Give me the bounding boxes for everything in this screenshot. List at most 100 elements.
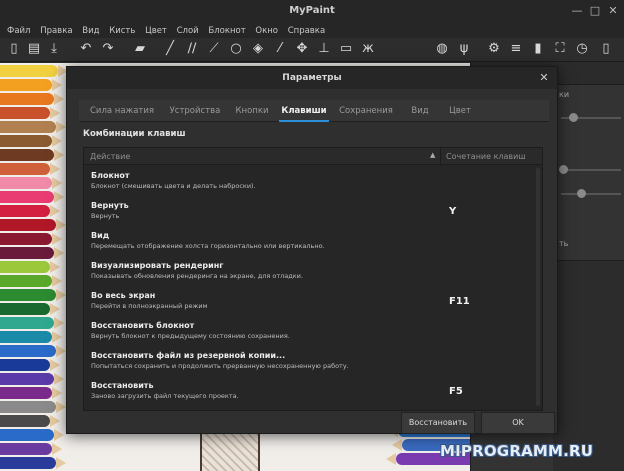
action-key[interactable]: Y	[449, 206, 456, 217]
brushes-icon[interactable]: ψ	[456, 41, 472, 57]
main-toolbar: ▯ ▤ ⤓ ↶ ↷ ▰ ╱ ∕∕ ⟋ ○ ◈ ⁄ ✥ ⊥ ▭ ж ◍ ψ ⚙ ≡…	[0, 38, 624, 62]
open-file-icon[interactable]: ▤	[26, 41, 42, 57]
settings-icon[interactable]: ⚙	[486, 41, 502, 57]
list-item[interactable]: Восстановить блокнот Вернуть блокнот к п…	[84, 318, 542, 348]
window-titlebar: MyPaint — □ ✕	[0, 0, 624, 24]
scratchpad-icon[interactable]: ▮	[530, 41, 546, 57]
pencil-art	[0, 163, 60, 175]
pencil-art	[0, 401, 66, 413]
list-scrollbar[interactable]	[536, 168, 540, 406]
pencil-art	[0, 373, 64, 385]
side-slider-knob[interactable]	[569, 113, 578, 122]
pencil-art	[0, 93, 64, 105]
action-name: Вернуть	[91, 201, 129, 210]
list-item[interactable]: Блокнот Блокнот (смешивать цвета и делат…	[84, 168, 542, 198]
tab-view[interactable]: Вид	[403, 100, 437, 122]
tab-buttons[interactable]: Кнопки	[229, 100, 275, 122]
color-palette-icon[interactable]: ◍	[434, 41, 450, 57]
column-separator	[440, 148, 441, 165]
menu-help[interactable]: Справка	[288, 24, 325, 38]
tab-pressure[interactable]: Сила нажатия	[85, 100, 159, 122]
menu-file[interactable]: Файл	[7, 24, 30, 38]
column-shortcut[interactable]: Сочетание клавиш	[446, 152, 526, 161]
pencil-art	[0, 191, 64, 203]
symmetry-butterfly-icon[interactable]: ж	[360, 41, 376, 57]
sort-up-icon[interactable]: ▲	[430, 151, 435, 159]
menu-window[interactable]: Окно	[255, 24, 278, 38]
side-slider-knob[interactable]	[577, 189, 586, 198]
ellipse-icon[interactable]: ○	[228, 41, 244, 57]
fullscreen-icon[interactable]: ⛶	[552, 41, 568, 57]
tab-devices[interactable]: Устройства	[165, 100, 225, 122]
dialog-title: Параметры	[67, 67, 557, 89]
action-desc: Попытаться сохранить и продолжить прерва…	[91, 362, 349, 370]
maximize-button[interactable]: □	[588, 4, 602, 18]
menu-brush[interactable]: Кисть	[109, 24, 135, 38]
tab-saving[interactable]: Сохранения	[335, 100, 397, 122]
pencil-art	[0, 205, 60, 217]
menu-icon[interactable]: ≡	[508, 41, 524, 57]
picker-icon[interactable]: ⁄	[272, 41, 288, 57]
pencil-art	[0, 79, 62, 91]
window-close-button[interactable]: ✕	[606, 4, 620, 18]
pencil-art	[0, 345, 66, 357]
tab-keys[interactable]: Клавиши	[279, 100, 329, 122]
eraser-icon[interactable]: ▰	[132, 41, 148, 57]
action-name: Визуализировать рендеринг	[91, 261, 224, 270]
move-layer-icon[interactable]: ✥	[294, 41, 310, 57]
action-key[interactable]: F11	[449, 296, 470, 307]
action-desc: Перейти в полноэкранный режим	[91, 302, 208, 310]
minimize-button[interactable]: —	[570, 4, 584, 18]
pencil-art	[0, 387, 62, 399]
menu-view[interactable]: Вид	[82, 24, 99, 38]
action-key[interactable]: F5	[449, 386, 463, 397]
action-desc: Вернуть блокнот к предыдущему состоянию …	[91, 332, 290, 340]
ok-button[interactable]: OK	[481, 412, 555, 434]
list-item[interactable]: Восстановить файл из резервной копии... …	[84, 348, 542, 378]
list-item[interactable]: Вернуть Вернуть Y	[84, 198, 542, 228]
pencil-art	[0, 121, 66, 133]
column-action[interactable]: Действие	[90, 152, 130, 161]
menu-bar: Файл Правка Вид Кисть Цвет Слой Блокнот …	[0, 24, 624, 38]
panel-toggle-icon[interactable]: ▯	[598, 41, 614, 57]
list-item[interactable]: Восстановить Заново загрузить файл текущ…	[84, 378, 542, 408]
reset-button[interactable]: Восстановить	[401, 412, 475, 434]
tab-color[interactable]: Цвет	[443, 100, 477, 122]
pencil-art	[0, 359, 60, 371]
action-desc: Заново загрузить файл текущего проекта.	[91, 392, 239, 400]
menu-color[interactable]: Цвет	[145, 24, 167, 38]
fill-icon[interactable]: ◈	[250, 41, 266, 57]
pencil-art	[0, 331, 62, 343]
side-slider[interactable]	[561, 193, 621, 195]
inking-icon[interactable]: ∕∕	[184, 41, 200, 57]
redo-icon[interactable]: ↷	[100, 41, 116, 57]
brush-icon[interactable]: ╱	[162, 41, 178, 57]
symmetry-icon[interactable]: ⊥	[316, 41, 332, 57]
pencil-art	[0, 149, 64, 161]
menu-layer[interactable]: Слой	[177, 24, 199, 38]
side-slider-knob[interactable]	[559, 165, 568, 174]
pencil-art	[0, 177, 62, 189]
pencil-art	[0, 65, 68, 77]
pencil-art	[0, 247, 64, 259]
list-item[interactable]: Визуализировать рендеринг Показывать обн…	[84, 258, 542, 288]
new-file-icon[interactable]: ▯	[6, 41, 22, 57]
menu-edit[interactable]: Правка	[40, 24, 72, 38]
preferences-dialog: Параметры ✕ Сила нажатия Устройства Кноп…	[66, 66, 558, 434]
menu-scratchpad[interactable]: Блокнот	[208, 24, 245, 38]
undo-icon[interactable]: ↶	[78, 41, 94, 57]
pencil-art	[0, 219, 66, 231]
dialog-close-button[interactable]: ✕	[537, 71, 551, 85]
shortcuts-list[interactable]: Действие ▲ Сочетание клавиш Блокнот Блок…	[83, 147, 543, 411]
action-name: Блокнот	[91, 171, 130, 180]
clock-icon[interactable]: ◷	[574, 41, 590, 57]
save-file-icon[interactable]: ⤓	[46, 41, 62, 57]
side-panel-text: ки	[559, 90, 570, 99]
list-item[interactable]: Вид Перемещать отображение холста горизо…	[84, 228, 542, 258]
list-item[interactable]: Во весь экран Перейти в полноэкранный ре…	[84, 288, 542, 318]
pencil-art	[0, 457, 66, 469]
side-slider[interactable]	[561, 169, 621, 171]
pencil-art	[0, 429, 64, 441]
frame-icon[interactable]: ▭	[338, 41, 354, 57]
lines-icon[interactable]: ⟋	[206, 41, 222, 57]
